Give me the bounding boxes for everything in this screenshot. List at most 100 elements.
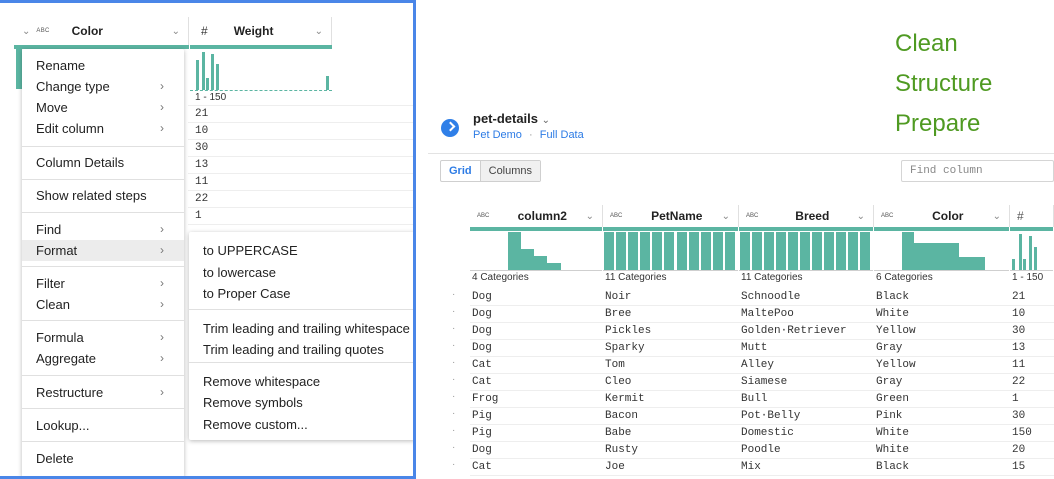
histogram-bar[interactable] bbox=[764, 232, 774, 270]
histogram-bar[interactable] bbox=[1034, 247, 1037, 270]
format-option[interactable]: to lowercase bbox=[203, 262, 276, 283]
histogram-bar[interactable] bbox=[972, 257, 985, 270]
histogram-bar[interactable] bbox=[959, 257, 972, 270]
menu-item-restructure[interactable]: Restructure › bbox=[22, 382, 184, 403]
grid-cell[interactable]: Pot·Belly bbox=[739, 408, 874, 424]
grid-cell[interactable]: 150 bbox=[1010, 425, 1054, 441]
histogram-bar[interactable] bbox=[508, 232, 521, 270]
histogram-bar[interactable] bbox=[944, 243, 959, 270]
histogram-bar[interactable] bbox=[725, 232, 735, 270]
format-option[interactable]: Remove custom... bbox=[203, 414, 308, 435]
weight-cell[interactable]: 10 bbox=[188, 123, 413, 140]
grid-cell[interactable]: Dog bbox=[470, 442, 603, 458]
histogram-bar[interactable] bbox=[929, 243, 944, 270]
histogram-bar[interactable] bbox=[326, 76, 329, 90]
histogram-bar[interactable] bbox=[640, 232, 650, 270]
menu-item-column-details[interactable]: Column Details bbox=[22, 152, 184, 173]
grid-cell[interactable]: 30 bbox=[1010, 323, 1054, 339]
grid-cell[interactable]: Pink bbox=[874, 408, 1010, 424]
histogram-bar[interactable] bbox=[848, 232, 858, 270]
weight-cell[interactable]: 30 bbox=[188, 140, 413, 157]
menu-item-edit-column[interactable]: Edit column › bbox=[22, 118, 184, 139]
format-option[interactable]: Trim leading and trailing whitespace bbox=[203, 318, 410, 339]
column-histogram[interactable] bbox=[470, 231, 602, 271]
histogram-bar[interactable] bbox=[547, 263, 561, 270]
histogram-bar[interactable] bbox=[664, 232, 674, 270]
histogram-bar[interactable] bbox=[824, 232, 834, 270]
grid-cell[interactable]: Golden·Retriever bbox=[739, 323, 874, 339]
grid-cell[interactable]: Cat bbox=[470, 459, 603, 475]
grid-cell[interactable]: Black bbox=[874, 289, 1010, 305]
grid-cell[interactable]: Cat bbox=[470, 374, 603, 390]
histogram-bar[interactable] bbox=[1019, 234, 1022, 270]
column-header-color[interactable]: ⌄ ABC Color ⌄ bbox=[14, 17, 189, 45]
column-header-weight[interactable]: # Weight ⌄ bbox=[189, 17, 332, 45]
grid-cell[interactable]: Sparky bbox=[603, 340, 739, 356]
tab-columns[interactable]: Columns bbox=[480, 161, 541, 181]
grid-cell[interactable]: 15 bbox=[1010, 459, 1054, 475]
grid-cell[interactable]: Bacon bbox=[603, 408, 739, 424]
grid-cell[interactable]: Alley bbox=[739, 357, 874, 373]
histogram-bar[interactable] bbox=[211, 54, 214, 90]
menu-item-find[interactable]: Find › bbox=[22, 219, 184, 240]
grid-column-header[interactable]: ABC column2 ⌄ bbox=[470, 205, 603, 227]
menu-item-rename[interactable]: Rename bbox=[22, 55, 184, 76]
weight-histogram[interactable] bbox=[190, 49, 332, 91]
grid-column-header[interactable]: ABC Breed ⌄ bbox=[739, 205, 874, 227]
format-option[interactable]: to UPPERCASE bbox=[203, 240, 298, 261]
chevron-down-icon[interactable]: ⌄ bbox=[22, 26, 30, 37]
histogram-bar[interactable] bbox=[1012, 259, 1015, 270]
chevron-down-icon[interactable]: ⌄ bbox=[586, 211, 594, 222]
format-option[interactable]: Remove symbols bbox=[203, 392, 303, 413]
grid-cell[interactable]: 22 bbox=[1010, 374, 1054, 390]
menu-item-move[interactable]: Move › bbox=[22, 97, 184, 118]
grid-cell[interactable]: 1 bbox=[1010, 391, 1054, 407]
grid-cell[interactable]: Pig bbox=[470, 425, 603, 441]
dataset-title[interactable]: pet-details ⌄ bbox=[473, 111, 550, 126]
histogram-bar[interactable] bbox=[860, 232, 870, 270]
grid-cell[interactable]: Cat bbox=[470, 357, 603, 373]
weight-cell[interactable]: 13 bbox=[188, 157, 413, 174]
chevron-down-icon[interactable]: ⌄ bbox=[172, 26, 180, 37]
grid-cell[interactable]: Yellow bbox=[874, 323, 1010, 339]
grid-column-header[interactable]: ABC Color ⌄ bbox=[874, 205, 1010, 227]
format-option[interactable]: Trim leading and trailing quotes bbox=[203, 339, 384, 360]
grid-cell[interactable]: White bbox=[874, 442, 1010, 458]
grid-cell[interactable]: Joe bbox=[603, 459, 739, 475]
chevron-down-icon[interactable]: ⌄ bbox=[722, 211, 730, 222]
weight-cell[interactable]: 22 bbox=[188, 191, 413, 208]
histogram-bar[interactable] bbox=[740, 232, 750, 270]
grid-cell[interactable]: 30 bbox=[1010, 408, 1054, 424]
grid-cell[interactable]: Dog bbox=[470, 306, 603, 322]
grid-cell[interactable]: 11 bbox=[1010, 357, 1054, 373]
column-histogram[interactable] bbox=[603, 231, 738, 271]
histogram-bar[interactable] bbox=[196, 60, 199, 90]
chevron-down-icon[interactable]: ⌄ bbox=[315, 26, 323, 37]
grid-cell[interactable]: Poodle bbox=[739, 442, 874, 458]
menu-item-filter[interactable]: Filter › bbox=[22, 273, 184, 294]
find-column-input[interactable]: Find column bbox=[901, 160, 1054, 182]
grid-cell[interactable]: Bree bbox=[603, 306, 739, 322]
weight-cell[interactable]: 1 bbox=[188, 208, 413, 225]
histogram-bar[interactable] bbox=[534, 256, 547, 270]
grid-cell[interactable]: Green bbox=[874, 391, 1010, 407]
format-option[interactable]: Remove whitespace bbox=[203, 371, 320, 392]
histogram-bar[interactable] bbox=[521, 249, 534, 270]
chevron-down-icon[interactable]: ⌄ bbox=[993, 211, 1001, 222]
column-histogram[interactable] bbox=[1010, 231, 1053, 271]
chevron-down-icon[interactable]: ⌄ bbox=[542, 115, 550, 126]
histogram-bar[interactable] bbox=[216, 64, 219, 90]
weight-cell[interactable]: 21 bbox=[188, 106, 413, 123]
grid-cell[interactable]: Gray bbox=[874, 340, 1010, 356]
sample-link[interactable]: Full Data bbox=[540, 129, 584, 141]
grid-cell[interactable]: Domestic bbox=[739, 425, 874, 441]
menu-item-lookup[interactable]: Lookup... bbox=[22, 415, 184, 436]
format-option[interactable]: to Proper Case bbox=[203, 283, 290, 304]
flow-link[interactable]: Pet Demo bbox=[473, 129, 522, 141]
histogram-bar[interactable] bbox=[788, 232, 798, 270]
column-histogram[interactable] bbox=[739, 231, 873, 271]
histogram-bar[interactable] bbox=[752, 232, 762, 270]
grid-cell[interactable]: Bull bbox=[739, 391, 874, 407]
histogram-bar[interactable] bbox=[652, 232, 662, 270]
chevron-down-icon[interactable]: ⌄ bbox=[857, 211, 865, 222]
